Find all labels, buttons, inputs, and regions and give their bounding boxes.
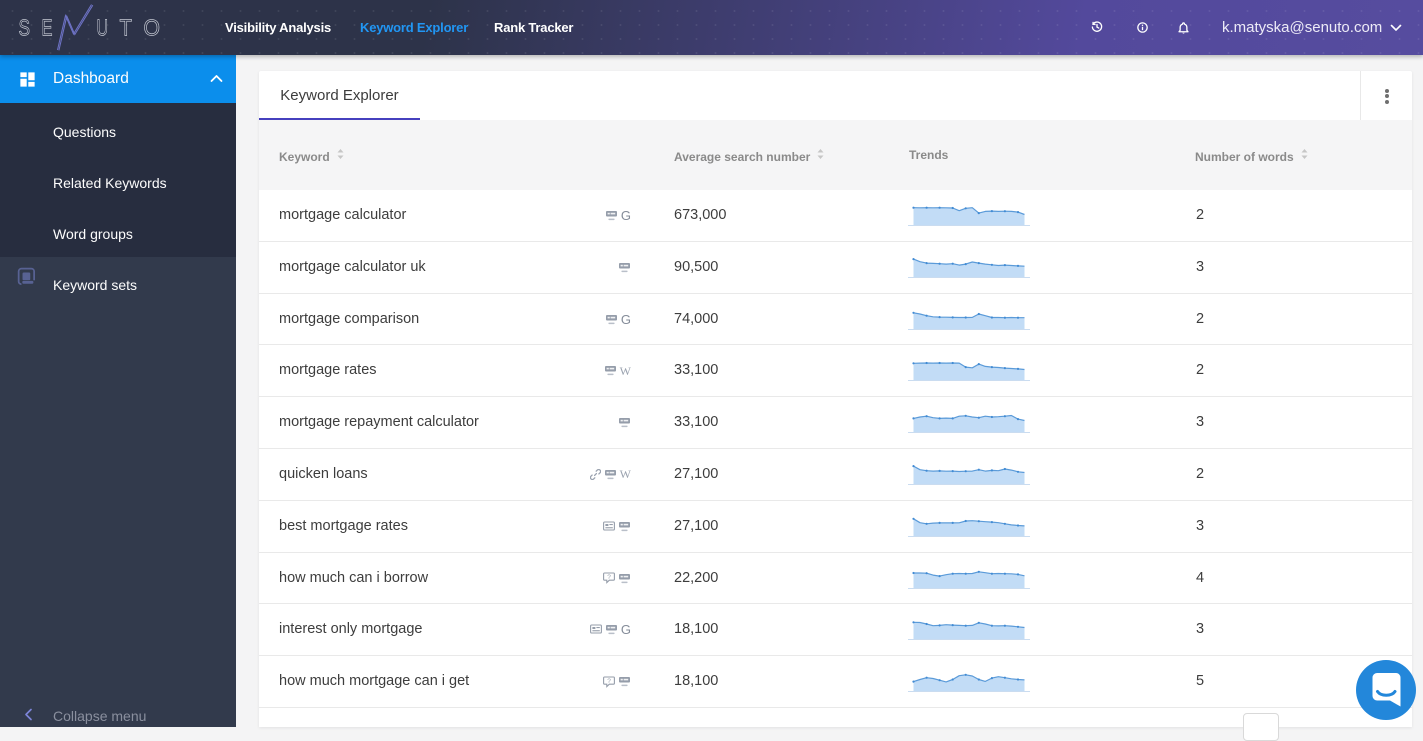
svg-text:S: S	[19, 15, 31, 41]
svg-text:?: ?	[607, 677, 611, 684]
svg-text:O: O	[144, 15, 161, 41]
svg-text:U: U	[97, 15, 109, 41]
svg-text:?: ?	[607, 574, 611, 581]
svg-text:T: T	[120, 15, 133, 41]
svg-text:E: E	[42, 15, 53, 41]
